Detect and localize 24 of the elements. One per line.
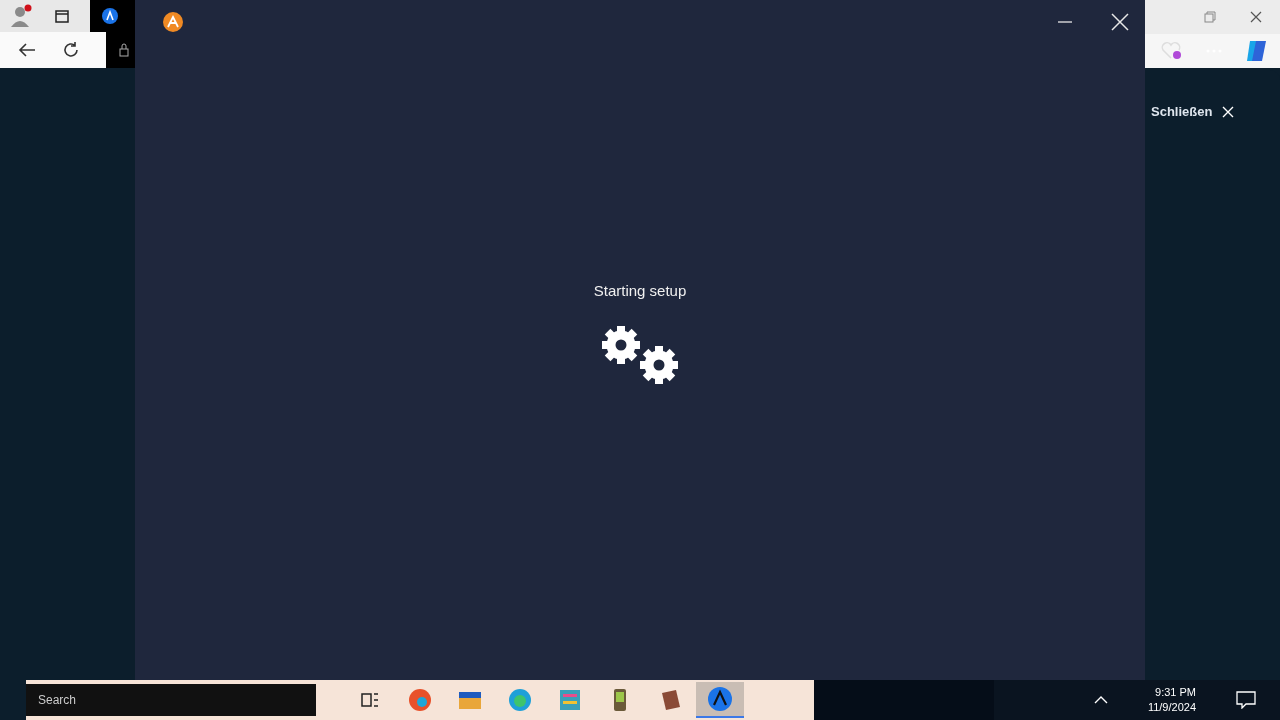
- tab-icon[interactable]: [54, 8, 70, 24]
- browser-icon: [408, 688, 432, 712]
- archive-icon: [558, 688, 582, 712]
- refresh-icon[interactable]: [62, 41, 80, 59]
- profile-icon[interactable]: [8, 3, 34, 29]
- taskbar-app[interactable]: [696, 682, 744, 718]
- task-view-icon: [361, 692, 379, 708]
- folder-icon: [458, 690, 482, 710]
- app-logo-icon: [708, 687, 732, 711]
- lock-icon: [119, 43, 129, 57]
- heart-icon[interactable]: [1161, 41, 1183, 61]
- app-tab-icon[interactable]: [102, 8, 118, 24]
- globe-icon: [508, 688, 532, 712]
- phone-icon: [612, 688, 628, 712]
- clock-date: 11/9/2024: [1147, 700, 1196, 715]
- app-logo-icon: [163, 12, 183, 32]
- close-panel-button[interactable]: Schließen: [1151, 104, 1213, 119]
- notifications-icon[interactable]: [1236, 691, 1256, 709]
- clock-time: 9:31 PM: [1155, 685, 1196, 700]
- close-icon[interactable]: [1250, 11, 1262, 23]
- gears-icon: [599, 325, 681, 385]
- chevron-up-icon[interactable]: [1093, 696, 1108, 704]
- back-icon[interactable]: [18, 42, 36, 58]
- status-message: Starting setup: [593, 282, 687, 299]
